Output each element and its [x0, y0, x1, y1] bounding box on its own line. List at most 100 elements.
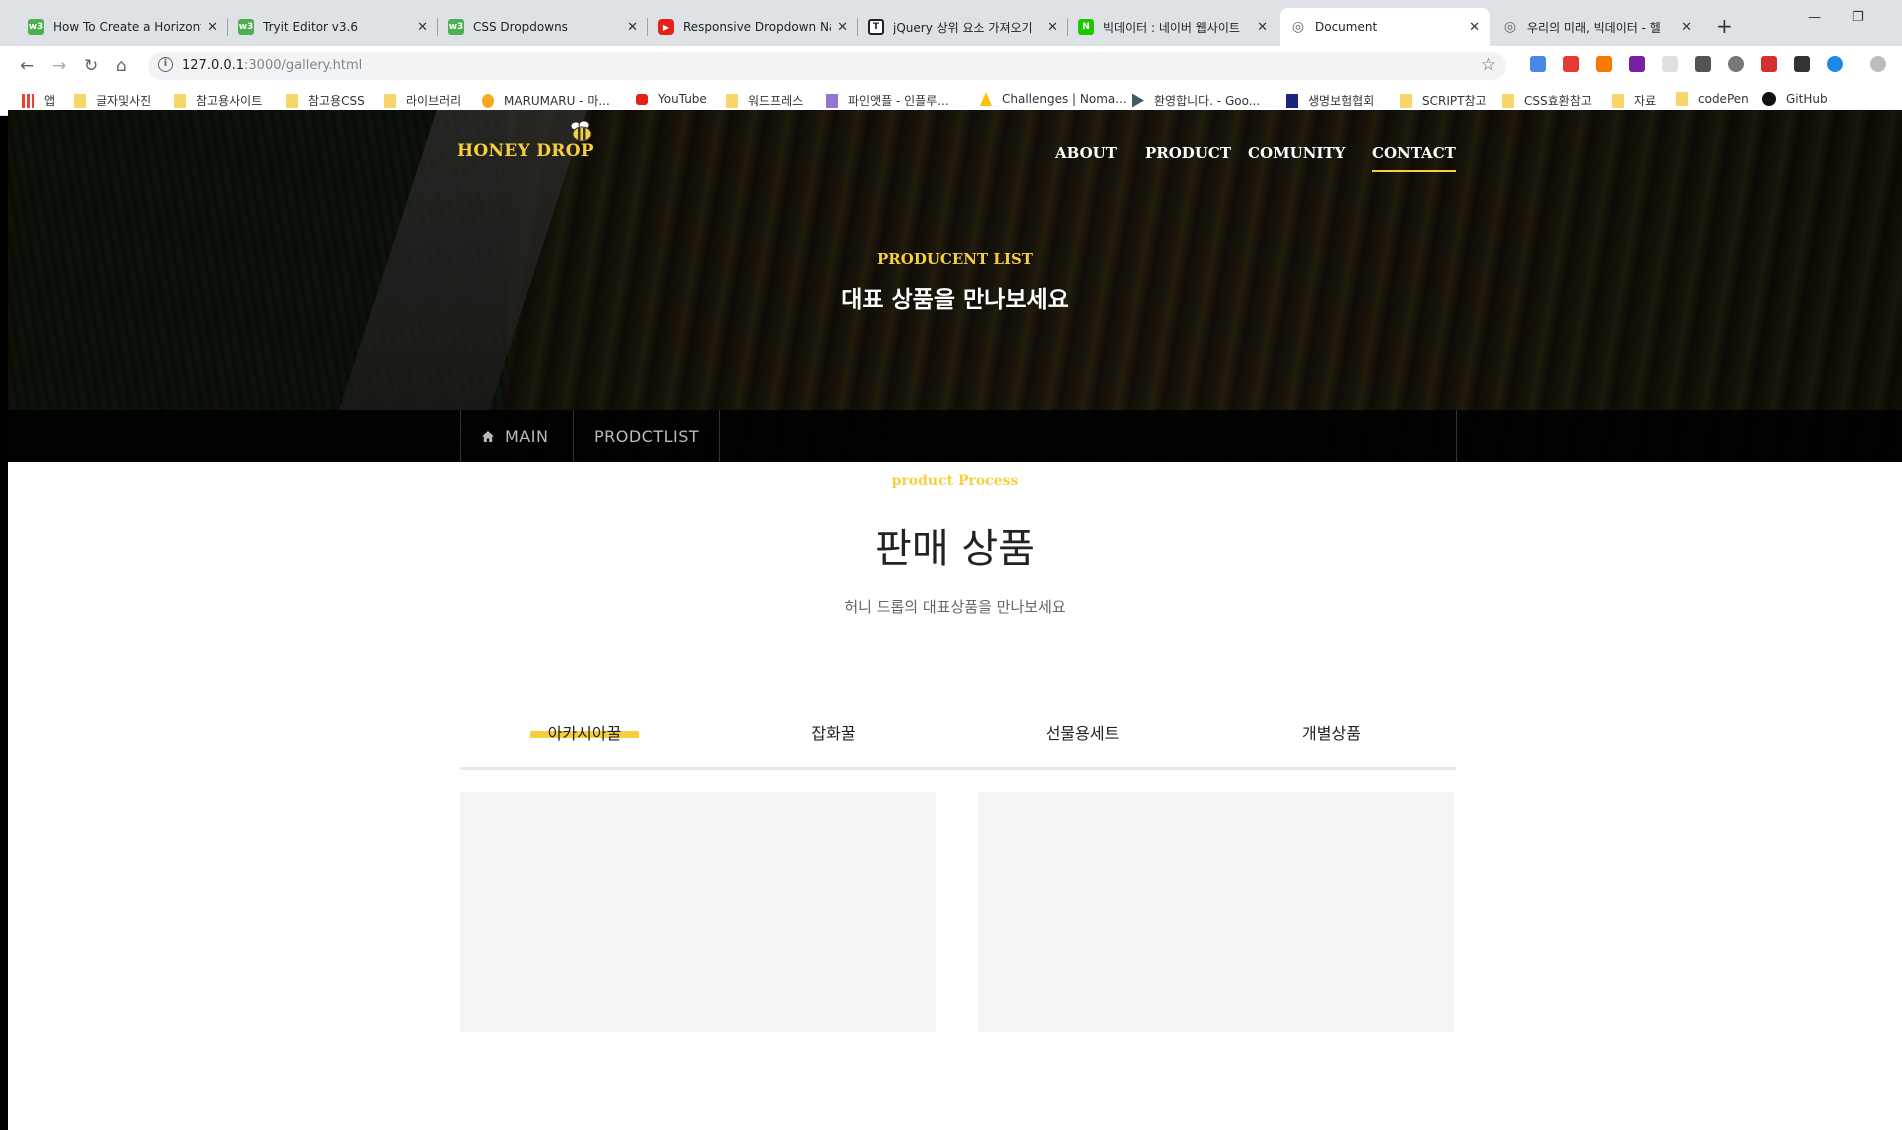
- bookmark-label: SCRIPT참고: [1422, 94, 1487, 108]
- browser-tab[interactable]: N 빅데이터 : 네이버 웹사이트 ✕: [1068, 8, 1278, 46]
- globe-icon: ◎: [1503, 19, 1517, 35]
- bookmark-item[interactable]: SCRIPT참고: [1400, 92, 1487, 109]
- reload-icon[interactable]: ↻: [84, 56, 98, 76]
- tab-wildflower-honey[interactable]: 잡화꿀: [709, 720, 958, 744]
- tab-label: 선물용세트: [1045, 724, 1120, 743]
- bookmark-item[interactable]: 참고용CSS: [286, 92, 365, 109]
- bookmark-label: 파인앳플 - 인플루...: [848, 94, 949, 108]
- pocket-extension-icon[interactable]: [1695, 56, 1711, 72]
- folder-icon: [1676, 92, 1688, 106]
- back-icon[interactable]: ←: [20, 56, 34, 76]
- tab-label: 아카시아꿀: [547, 724, 622, 743]
- tab-label: 개별상품: [1302, 724, 1361, 743]
- bookmark-label: 환영합니다. - Goo...: [1154, 94, 1261, 108]
- globe-icon: ◎: [1291, 19, 1305, 35]
- onenote-extension-icon[interactable]: [1629, 56, 1645, 72]
- bookmark-item[interactable]: YouTube: [636, 92, 707, 106]
- browser-tab[interactable]: w3 How To Create a Horizonta ✕: [18, 8, 228, 46]
- tistory-icon: T: [868, 19, 884, 35]
- bookmark-label: 라이브러리: [406, 94, 462, 108]
- w3schools-icon: w3: [238, 19, 254, 35]
- url-text[interactable]: 127.0.0.1:3000/gallery.html: [182, 58, 362, 73]
- pencil-extension-icon[interactable]: [1794, 56, 1810, 72]
- minimize-icon[interactable]: —: [1808, 10, 1821, 25]
- nav-community[interactable]: COMUNITY: [1248, 144, 1345, 162]
- folder-icon: [174, 93, 186, 108]
- bookmark-item[interactable]: Challenges | Noma...: [980, 92, 1127, 106]
- close-tab-icon[interactable]: ✕: [627, 20, 638, 35]
- extension-icon[interactable]: [1728, 56, 1744, 72]
- browser-tab[interactable]: w3 Tryit Editor v3.6 ✕: [228, 8, 438, 46]
- w3schools-icon: w3: [448, 19, 464, 35]
- nav-about[interactable]: ABOUT: [1055, 144, 1117, 162]
- hero-banner: HONEY DROP ABOUT PRODUCT COMUNITY CONTAC…: [8, 110, 1902, 462]
- close-tab-icon[interactable]: ✕: [417, 20, 428, 35]
- close-tab-icon[interactable]: ✕: [207, 20, 218, 35]
- bookmark-star-icon[interactable]: ☆: [1481, 55, 1496, 75]
- bookmark-item[interactable]: 자료: [1612, 92, 1656, 109]
- tab-acacia-honey[interactable]: 아카시아꿀: [460, 720, 709, 744]
- bookmark-item[interactable]: 라이브러리: [384, 92, 461, 109]
- bookmark-item[interactable]: 글자및사진: [74, 92, 151, 109]
- product-card[interactable]: [460, 792, 936, 1032]
- tab-title: CSS Dropdowns: [473, 20, 568, 34]
- bookmark-item[interactable]: 워드프레스: [726, 92, 803, 109]
- breadcrumb-label: PRODCTLIST: [594, 426, 700, 446]
- forward-icon[interactable]: →: [52, 56, 66, 76]
- bookmark-item[interactable]: MARUMARU - 마...: [482, 92, 610, 109]
- new-tab-icon[interactable]: +: [1716, 14, 1733, 38]
- product-card[interactable]: [978, 792, 1454, 1032]
- close-tab-icon[interactable]: ✕: [1681, 20, 1692, 35]
- pdf-extension-icon[interactable]: [1563, 56, 1579, 72]
- hero-subtitle: PRODUCENT LIST: [877, 250, 1033, 268]
- section-title: 판매 상품: [875, 526, 1035, 572]
- section-description: 허니 드롭의 대표상품을 만나보세요: [844, 598, 1066, 616]
- bookmark-item[interactable]: 생명보험협회: [1286, 92, 1374, 109]
- nav-contact[interactable]: CONTACT: [1372, 144, 1456, 172]
- translate-extension-icon[interactable]: [1530, 56, 1546, 72]
- tab-individual-products[interactable]: 개별상품: [1207, 720, 1456, 744]
- bookmark-item[interactable]: 참고용사이트: [174, 92, 262, 109]
- breadcrumb-main[interactable]: MAIN: [460, 410, 568, 462]
- bookmark-item[interactable]: 앱: [22, 92, 55, 109]
- browser-tab-active[interactable]: ◎ Document ✕: [1280, 8, 1490, 46]
- extension-icon[interactable]: [1662, 56, 1678, 72]
- profile-avatar-icon[interactable]: [1870, 56, 1886, 72]
- home-icon[interactable]: ⌂: [116, 56, 127, 76]
- address-bar[interactable]: i 127.0.0.1:3000/gallery.html ☆: [148, 52, 1506, 80]
- bookmark-label: YouTube: [658, 92, 707, 106]
- bookmark-item[interactable]: CSS효환참고: [1502, 92, 1592, 109]
- hero-title: 대표 상품을 만나보세요: [841, 287, 1069, 313]
- site-logo[interactable]: HONEY DROP: [457, 141, 594, 161]
- tab-title: How To Create a Horizonta: [53, 20, 202, 34]
- close-tab-icon[interactable]: ✕: [1257, 20, 1268, 35]
- breadcrumb-divider: [1456, 410, 1457, 462]
- breadcrumb: MAIN PRODCTLIST: [8, 410, 1902, 462]
- bookmark-label: 자료: [1634, 94, 1657, 108]
- site-info-icon[interactable]: i: [158, 57, 173, 72]
- close-tab-icon[interactable]: ✕: [1047, 20, 1058, 35]
- browser-tabstrip: w3 How To Create a Horizonta ✕ w3 Tryit …: [0, 0, 1902, 46]
- marumaru-icon: [482, 93, 494, 108]
- browser-tab[interactable]: ▶ Responsive Dropdown Nav ✕: [648, 8, 858, 46]
- apps-icon: [22, 93, 34, 108]
- youtube-icon: [636, 93, 648, 105]
- bookmark-item[interactable]: 파인앳플 - 인플루...: [826, 92, 949, 109]
- nav-product[interactable]: PRODUCT: [1145, 144, 1231, 162]
- restore-icon[interactable]: ❐: [1852, 10, 1864, 25]
- close-tab-icon[interactable]: ✕: [837, 20, 848, 35]
- extension-icon[interactable]: [1596, 56, 1612, 72]
- breadcrumb-productlist[interactable]: PRODCTLIST: [573, 410, 721, 462]
- extension-icon[interactable]: [1761, 56, 1777, 72]
- bookmark-item[interactable]: codePen: [1676, 92, 1749, 106]
- tab-title: jQuery 상위 요소 가져오기: [893, 20, 1033, 35]
- extension-icon[interactable]: [1827, 56, 1843, 72]
- tab-gift-set[interactable]: 선물용세트: [958, 720, 1207, 744]
- browser-tab[interactable]: T jQuery 상위 요소 가져오기 ✕: [858, 8, 1068, 46]
- browser-tab[interactable]: w3 CSS Dropdowns ✕: [438, 8, 648, 46]
- close-tab-icon[interactable]: ✕: [1469, 20, 1480, 35]
- bookmark-item[interactable]: 환영합니다. - Goo...: [1132, 92, 1260, 109]
- bookmark-item[interactable]: GitHub: [1762, 92, 1828, 106]
- browser-tab[interactable]: ◎ 우리의 미래, 빅데이터 - 헬 ✕: [1492, 8, 1702, 46]
- web-page: HONEY DROP ABOUT PRODUCT COMUNITY CONTAC…: [8, 110, 1902, 1130]
